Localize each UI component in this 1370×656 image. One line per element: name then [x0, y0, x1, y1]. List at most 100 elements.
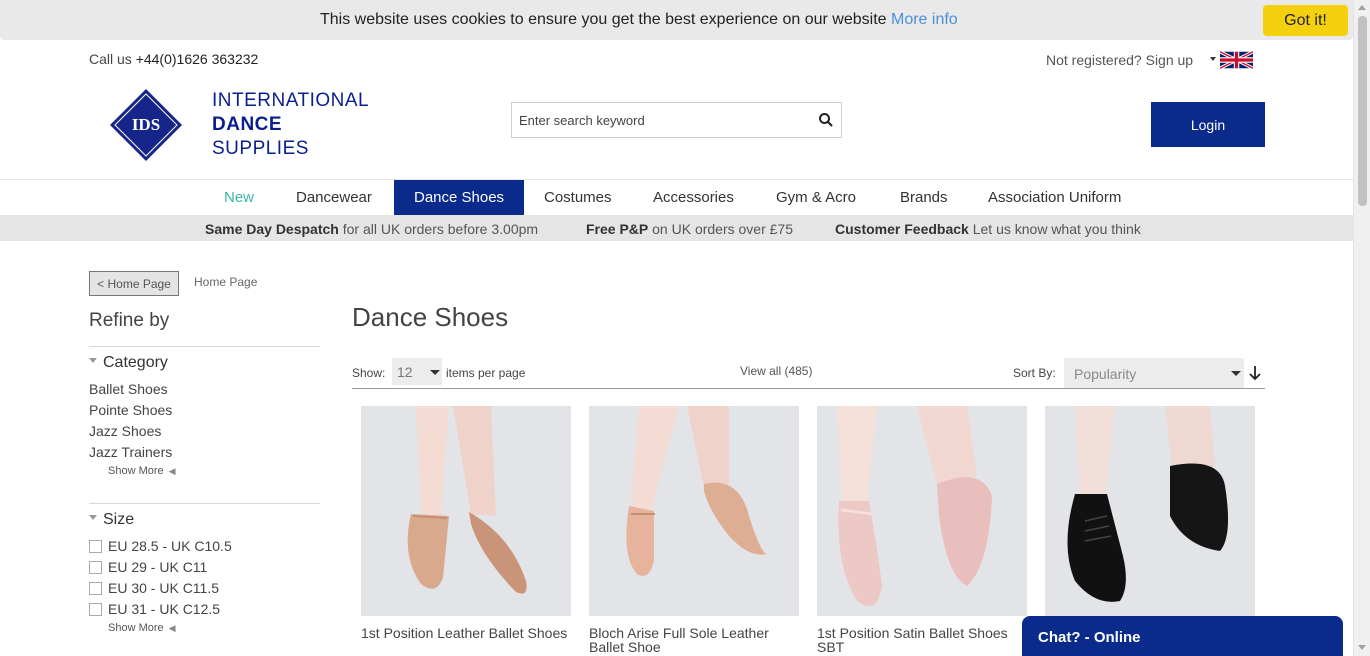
product-card[interactable]: Bloch Arise Full Sole Leather Ballet Sho… [589, 406, 799, 654]
got-it-button[interactable]: Got it! [1263, 5, 1348, 36]
product-name[interactable]: Bloch Arise Full Sole Leather Ballet Sho… [589, 626, 799, 654]
logo-mark-text: IDS [132, 115, 160, 134]
usp-despatch-title: Same Day Despatch [205, 221, 339, 237]
size-option[interactable]: EU 28.5 - UK C10.5 [89, 538, 232, 554]
refine-heading: Refine by [89, 310, 170, 331]
size-checkbox[interactable] [89, 561, 102, 574]
nav-item-brands[interactable]: Brands [880, 180, 968, 216]
uk-flag-icon[interactable] [1220, 51, 1253, 69]
scroll-up-icon[interactable] [1358, 5, 1366, 10]
facet-size-toggle[interactable]: Size [89, 511, 134, 529]
login-button[interactable]: Login [1151, 102, 1265, 147]
jazz-shoe-icon [1067, 494, 1126, 602]
live-chat-tab[interactable]: Chat? - Online [1022, 616, 1343, 656]
chevron-left-icon: ◀ [168, 623, 176, 633]
size-option[interactable]: EU 30 - UK C11.5 [89, 580, 219, 596]
per-page-label: items per page [446, 366, 526, 380]
cookie-text: This website uses cookies to ensure you … [320, 11, 887, 28]
nav-item-gym-acro[interactable]: Gym & Acro [756, 180, 876, 216]
breadcrumb[interactable]: Home Page [194, 275, 257, 289]
product-card[interactable] [1045, 406, 1255, 626]
size-label: EU 29 - UK C11 [108, 559, 208, 575]
items-per-page-select[interactable]: 12 [392, 358, 442, 385]
sidebar-divider [89, 346, 320, 347]
show-label: Show: [352, 366, 386, 380]
nav-item-accessories[interactable]: Accessories [633, 180, 754, 216]
facet-category-title: Category [103, 354, 168, 371]
scroll-down-icon[interactable] [1358, 645, 1366, 650]
category-ballet-shoes[interactable]: Ballet Shoes [89, 381, 168, 397]
product-card[interactable]: 1st Position Satin Ballet Shoes SBT [817, 406, 1027, 654]
facet-size-title: Size [103, 511, 135, 528]
back-home-button[interactable]: < Home Page [89, 271, 179, 296]
category-pointe-shoes[interactable]: Pointe Shoes [89, 402, 172, 418]
product-name[interactable]: 1st Position Satin Ballet Shoes SBT [817, 626, 1027, 654]
collapse-triangle-icon [89, 358, 97, 364]
per-page-value: 12 [397, 364, 413, 380]
toolbar-divider [352, 388, 1265, 389]
logo-wordmark[interactable]: INTERNATIONAL DANCE SUPPLIES [212, 89, 369, 161]
usp-free-pp: Free P&P on UK orders over £75 [586, 221, 793, 237]
chevron-down-icon [1231, 371, 1241, 376]
size-label: EU 31 - UK C12.5 [108, 601, 221, 617]
search-input[interactable] [512, 103, 812, 137]
cookie-message: This website uses cookies to ensure you … [320, 11, 958, 29]
nav-item-new[interactable]: New [204, 180, 274, 216]
search-icon[interactable] [818, 112, 834, 128]
sort-by-select[interactable]: Popularity [1064, 358, 1244, 388]
category-jazz-trainers[interactable]: Jazz Trainers [89, 444, 172, 460]
size-label: EU 28.5 - UK C10.5 [108, 538, 232, 554]
show-more-label: Show More [108, 622, 164, 634]
sort-label: Sort By: [1013, 366, 1056, 380]
phone-prefix: Call us [89, 51, 132, 67]
size-option[interactable]: EU 31 - UK C12.5 [89, 601, 220, 617]
ids-logo-icon[interactable]: IDS [109, 88, 183, 162]
language-dropdown-icon[interactable] [1210, 57, 1216, 61]
usp-despatch-text: for all UK orders before 3.00pm [342, 221, 539, 237]
nav-item-costumes[interactable]: Costumes [524, 180, 632, 216]
collapse-triangle-icon [89, 515, 97, 521]
product-name[interactable]: 1st Position Leather Ballet Shoes [361, 626, 571, 640]
usp-despatch: Same Day Despatch for all UK orders befo… [205, 221, 538, 237]
cookie-banner: This website uses cookies to ensure you … [0, 0, 1353, 40]
usp-feedback[interactable]: Customer Feedback Let us know what you t… [835, 221, 1141, 237]
product-image[interactable] [361, 406, 571, 616]
usp-free-pp-title: Free P&P [586, 221, 649, 237]
page-title: Dance Shoes [352, 302, 509, 332]
product-card[interactable]: 1st Position Leather Ballet Shoes [361, 406, 571, 640]
usp-feedback-title: Customer Feedback [835, 221, 969, 237]
category-show-more[interactable]: Show More ◀ [108, 465, 176, 477]
size-checkbox[interactable] [89, 540, 102, 553]
view-all-link[interactable]: View all (485) [740, 364, 812, 378]
size-checkbox[interactable] [89, 582, 102, 595]
show-more-label: Show More [108, 465, 164, 477]
product-image[interactable] [817, 406, 1027, 616]
logo-line-1: INTERNATIONAL [212, 90, 370, 111]
chevron-left-icon: ◀ [168, 466, 176, 476]
sort-direction-icon[interactable] [1248, 365, 1262, 381]
ballet-shoe-icon [407, 514, 449, 589]
product-image[interactable] [1045, 406, 1255, 616]
signup-link[interactable]: Not registered? Sign up [1046, 52, 1193, 68]
ballet-shoe-icon [626, 506, 654, 576]
more-info-link[interactable]: More info [891, 11, 958, 28]
logo-line-2: DANCE [212, 114, 283, 135]
size-option[interactable]: EU 29 - UK C11 [89, 559, 207, 575]
usp-free-pp-text: on UK orders over £75 [652, 221, 793, 237]
nav-item-dancewear[interactable]: Dancewear [276, 180, 392, 216]
phone-number[interactable]: +44(0)1626 363232 [136, 51, 259, 67]
logo-line-3: SUPPLIES [212, 138, 309, 159]
size-checkbox[interactable] [89, 603, 102, 616]
usp-bar: Same Day Despatch for all UK orders befo… [0, 215, 1353, 241]
sidebar-divider [89, 503, 320, 504]
product-image[interactable] [589, 406, 799, 616]
nav-item-dance-shoes[interactable]: Dance Shoes [394, 180, 525, 216]
page-scrollbar[interactable] [1353, 0, 1370, 656]
size-show-more[interactable]: Show More ◀ [108, 622, 176, 634]
category-jazz-shoes[interactable]: Jazz Shoes [89, 423, 161, 439]
search-box [511, 102, 842, 138]
facet-category-toggle[interactable]: Category [89, 354, 168, 372]
main-nav: New Dancewear Dance Shoes Costumes Acces… [0, 179, 1353, 216]
scroll-thumb[interactable] [1358, 16, 1367, 206]
nav-item-association-uniform[interactable]: Association Uniform [968, 180, 1141, 216]
